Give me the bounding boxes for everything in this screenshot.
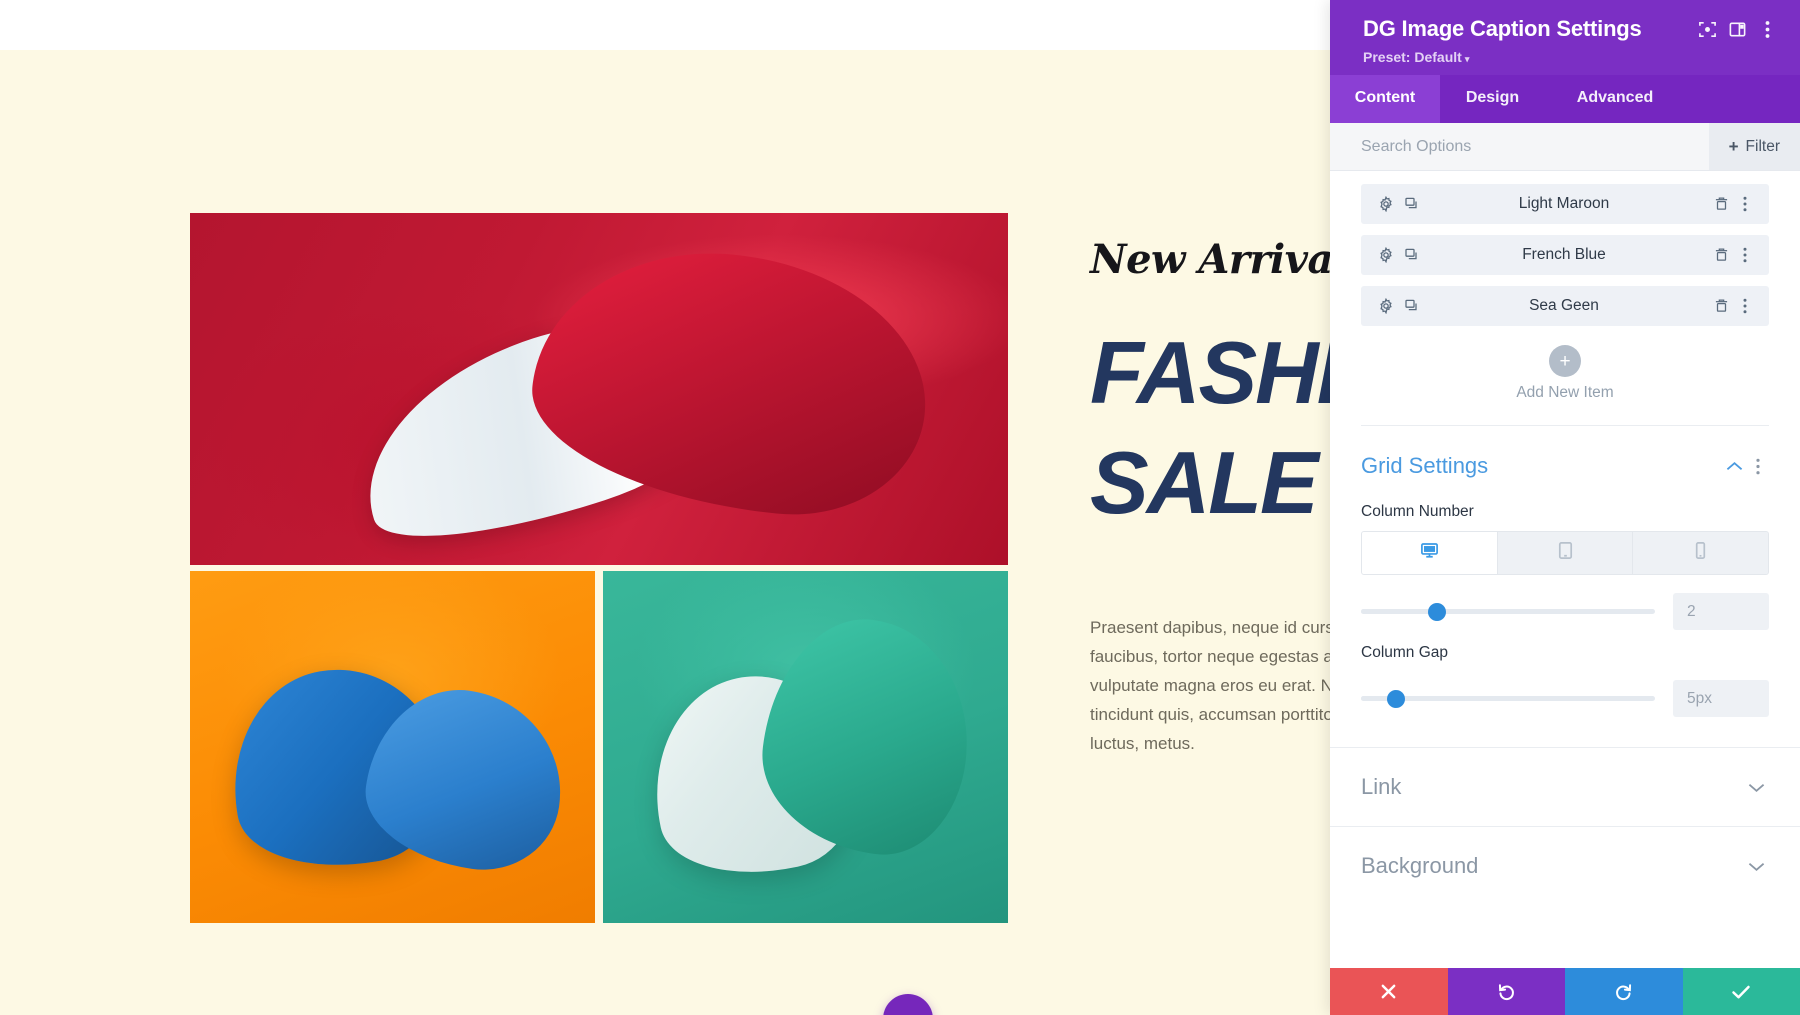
column-gap-slider[interactable]	[1361, 689, 1655, 708]
column-number-slider-row: 2	[1361, 593, 1769, 630]
preset-selector[interactable]: Preset: Default ▾	[1363, 49, 1782, 65]
list-item-label: French Blue	[1522, 246, 1606, 263]
page-canvas: New Arrivals FASHION SALE Praesent dapib…	[0, 0, 1469, 1015]
search-input[interactable]	[1330, 123, 1709, 170]
device-phone-button[interactable]	[1633, 532, 1768, 574]
column-number-field: Column Number 2	[1330, 503, 1800, 630]
gallery-image-blue-sneakers[interactable]	[190, 571, 595, 923]
page-hero-section: New Arrivals FASHION SALE Praesent dapib…	[0, 50, 1469, 1015]
desktop-icon	[1420, 541, 1439, 565]
cancel-button[interactable]	[1330, 968, 1448, 1015]
redo-icon	[1614, 982, 1633, 1001]
check-icon	[1731, 984, 1751, 1000]
layout-icon[interactable]	[1722, 14, 1752, 44]
tab-advanced[interactable]: Advanced	[1545, 75, 1685, 123]
gallery-image-green-sneakers[interactable]	[603, 571, 1008, 923]
page-top-strip	[0, 0, 1330, 50]
list-item-label: Sea Geen	[1529, 297, 1599, 314]
link-section-header[interactable]: Link	[1330, 748, 1800, 827]
chevron-down-icon[interactable]	[1743, 782, 1769, 793]
more-vertical-icon[interactable]	[1747, 458, 1769, 475]
preset-label: Preset: Default	[1363, 49, 1462, 65]
column-gap-label: Column Gap	[1361, 644, 1449, 661]
panel-title-row: DG Image Caption Settings	[1363, 14, 1782, 44]
gallery-image-red-sneakers[interactable]	[190, 213, 1008, 565]
red-sneakers-image	[190, 213, 1008, 565]
slider-knob[interactable]	[1428, 602, 1447, 621]
filter-label: Filter	[1745, 137, 1780, 155]
column-number-value[interactable]: 2	[1673, 593, 1769, 630]
tab-design[interactable]: Design	[1440, 75, 1545, 123]
trash-icon[interactable]	[1709, 191, 1733, 217]
more-vertical-icon[interactable]	[1733, 293, 1757, 319]
panel-header: DG Image Caption Settings Preset: Defaul…	[1330, 0, 1800, 75]
slider-knob[interactable]	[1387, 689, 1406, 708]
list-item-label: Light Maroon	[1518, 195, 1610, 212]
more-vertical-icon[interactable]	[1733, 242, 1757, 268]
background-section-header[interactable]: Background	[1330, 827, 1800, 905]
column-gap-slider-row: 5px	[1361, 680, 1769, 717]
tab-content[interactable]: Content	[1330, 75, 1440, 123]
filter-button[interactable]: + Filter	[1708, 123, 1800, 170]
undo-icon	[1497, 982, 1516, 1001]
column-number-slider[interactable]	[1361, 602, 1655, 621]
panel-scroll-body: Light Maroon French Blue Sea Geen + Add …	[1330, 171, 1800, 968]
add-new-item-label: Add New Item	[1516, 384, 1614, 401]
chevron-down-icon: ▾	[1464, 54, 1470, 64]
column-number-label: Column Number	[1361, 503, 1474, 520]
grid-settings-header[interactable]: Grid Settings	[1330, 426, 1800, 489]
more-vertical-icon[interactable]	[1752, 14, 1782, 44]
tablet-icon	[1557, 541, 1574, 565]
blue-sneakers-image	[190, 571, 595, 923]
panel-title: DG Image Caption Settings	[1363, 16, 1642, 41]
search-bar: + Filter	[1330, 123, 1800, 171]
add-new-item-button[interactable]: + Add New Item	[1361, 337, 1769, 426]
trash-icon[interactable]	[1709, 293, 1733, 319]
save-button[interactable]	[1682, 968, 1800, 1015]
image-gallery-grid[interactable]	[190, 213, 1013, 931]
item-list: Light Maroon French Blue Sea Geen + Add …	[1330, 171, 1800, 426]
green-sneakers-image	[603, 571, 1008, 923]
trash-icon[interactable]	[1709, 242, 1733, 268]
device-tablet-button[interactable]	[1497, 532, 1634, 574]
column-gap-field: Column Gap 5px	[1330, 644, 1800, 717]
link-section-title: Link	[1361, 774, 1402, 799]
device-desktop-button[interactable]	[1362, 532, 1498, 574]
settings-panel: DG Image Caption Settings Preset: Defaul…	[1330, 0, 1800, 1015]
list-item[interactable]: Sea Geen	[1361, 286, 1769, 326]
list-item[interactable]: French Blue	[1361, 235, 1769, 275]
duplicate-icon[interactable]	[1399, 293, 1425, 319]
undo-button[interactable]	[1447, 968, 1565, 1015]
column-gap-value[interactable]: 5px	[1673, 680, 1769, 717]
device-responsive-toggle	[1361, 531, 1769, 575]
duplicate-icon[interactable]	[1399, 191, 1425, 217]
phone-icon	[1694, 541, 1707, 565]
redo-button[interactable]	[1565, 968, 1683, 1015]
panel-tabs: Content Design Advanced	[1330, 75, 1800, 123]
gear-icon[interactable]	[1373, 293, 1399, 319]
duplicate-icon[interactable]	[1399, 242, 1425, 268]
plus-icon: +	[1549, 345, 1581, 377]
panel-action-bar	[1330, 968, 1800, 1015]
chevron-down-icon[interactable]	[1743, 861, 1769, 872]
chevron-up-icon[interactable]	[1721, 461, 1747, 472]
gear-icon[interactable]	[1373, 242, 1399, 268]
focus-icon[interactable]	[1692, 14, 1722, 44]
gear-icon[interactable]	[1373, 191, 1399, 217]
page-options-button[interactable]	[883, 994, 933, 1015]
more-vertical-icon[interactable]	[1733, 191, 1757, 217]
grid-settings-section: Grid Settings Column Number 2 Column Gap…	[1330, 426, 1800, 748]
plus-icon: +	[1728, 137, 1739, 156]
close-icon	[1380, 983, 1397, 1000]
list-item[interactable]: Light Maroon	[1361, 184, 1769, 224]
grid-settings-title: Grid Settings	[1361, 453, 1489, 478]
background-section-title: Background	[1361, 853, 1479, 878]
